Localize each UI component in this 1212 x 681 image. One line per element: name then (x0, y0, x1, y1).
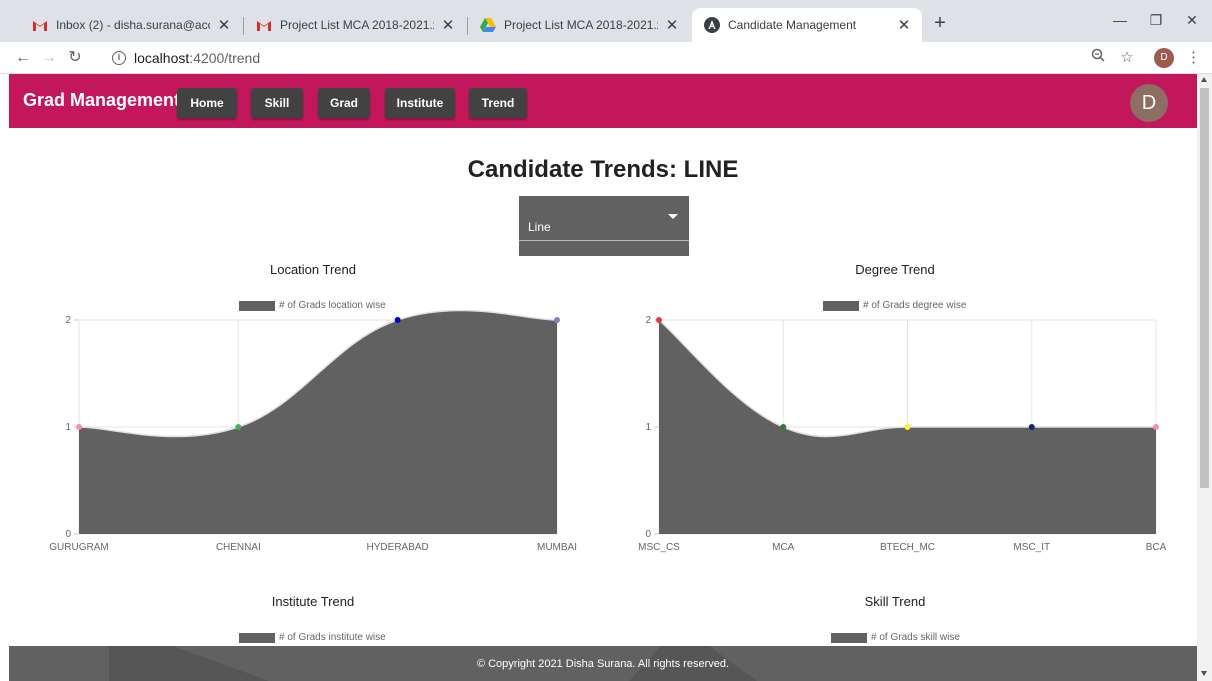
chart-title-institute: Institute Trend (271, 594, 355, 609)
user-avatar[interactable]: D (1130, 84, 1168, 122)
app-root: Grad Management Home Skill Grad Institut… (9, 74, 1197, 681)
close-icon[interactable]: ✕ (664, 16, 680, 34)
scrollbar-thumb[interactable] (1200, 88, 1209, 488)
page-title: Candidate Trends: LINE (467, 156, 739, 183)
location-trend-chart[interactable]: 0 1 2 GURUGRAM CHENNAI HYDERABAD MUMBAI (39, 310, 599, 558)
url-path: :4200/trend (189, 50, 261, 66)
x-tick-label: GURUGRAM (49, 542, 108, 553)
y-tick-label: 2 (645, 315, 651, 326)
x-tick-label: MSC_CS (638, 542, 680, 553)
profile-avatar[interactable]: D (1154, 48, 1174, 68)
browser-tabstrip: Inbox (2) - disha.surana@accolite ✕ Proj… (0, 0, 1212, 42)
x-tick-label: CHENNAI (216, 542, 261, 553)
data-point (780, 424, 787, 430)
x-tick-label: HYDERABAD (367, 542, 429, 553)
y-tick-label: 2 (65, 315, 71, 326)
info-icon[interactable]: i (112, 51, 126, 65)
bookmark-star-icon[interactable]: ☆ (1116, 47, 1138, 69)
nav-grad-button[interactable]: Grad (318, 88, 370, 118)
close-icon[interactable]: ✕ (896, 16, 912, 34)
zoom-icon[interactable] (1088, 47, 1108, 69)
forward-icon[interactable]: → (38, 47, 60, 69)
data-point (1153, 424, 1159, 430)
app-footer: © Copyright 2021 Disha Surana. All right… (9, 646, 1197, 681)
page-scrollbar[interactable] (1197, 74, 1212, 681)
chart-legend-institute[interactable]: # of Grads institute wise (239, 632, 386, 643)
x-tick-label: BCA (1146, 542, 1167, 553)
nav-skill-button[interactable]: Skill (251, 88, 303, 118)
minimize-icon[interactable]: — (1100, 8, 1140, 32)
reload-icon[interactable]: ↻ (64, 47, 86, 69)
x-tick-label: MCA (772, 542, 795, 553)
new-tab-button[interactable]: + (928, 12, 952, 36)
legend-swatch (239, 632, 275, 643)
restore-icon[interactable]: ❐ (1136, 8, 1176, 32)
data-point (76, 424, 82, 430)
tab-title: Candidate Management (728, 18, 857, 32)
gmail-icon (32, 17, 48, 33)
degree-trend-chart[interactable]: 0 1 2 MSC_CS MCA BTECH_MC MSC_IT BCA (619, 310, 1189, 558)
chart-type-select[interactable]: Line (519, 196, 689, 256)
y-tick-label: 1 (645, 422, 651, 433)
address-bar[interactable]: i localhost:4200/trend (112, 46, 412, 70)
data-point (554, 317, 560, 323)
legend-swatch (823, 300, 859, 311)
series-area (79, 310, 557, 534)
legend-swatch (239, 300, 275, 311)
y-tick-label: 1 (65, 422, 71, 433)
select-underline (519, 240, 689, 241)
nav-trend-button[interactable]: Trend (469, 88, 527, 118)
browser-toolbar: ← → ↻ i localhost:4200/trend ☆ D ⋮ (0, 42, 1212, 74)
legend-label: # of Grads institute wise (279, 632, 386, 643)
data-point (235, 424, 242, 430)
url-host: localhost (134, 50, 190, 66)
gmail-icon (256, 17, 272, 33)
data-point (1028, 424, 1035, 430)
x-tick-label: MUMBAI (537, 542, 577, 553)
scroll-up-icon[interactable] (1201, 77, 1207, 82)
data-point (904, 424, 911, 430)
chart-title-skill: Skill Trend (864, 594, 926, 609)
dropdown-arrow-icon (668, 214, 678, 219)
close-icon[interactable]: ✕ (216, 16, 232, 34)
more-menu-icon[interactable]: ⋮ (1186, 47, 1201, 69)
close-icon[interactable]: ✕ (440, 16, 456, 34)
y-tick-label: 0 (645, 529, 651, 540)
legend-label: # of Grads skill wise (871, 632, 960, 643)
google-drive-icon (480, 17, 496, 33)
browser-tab-project-list-drive[interactable]: Project List MCA 2018-2021.xlsx ✕ (468, 8, 690, 42)
window-close-icon[interactable]: ✕ (1172, 8, 1212, 32)
app-toolbar: Grad Management Home Skill Grad Institut… (9, 74, 1197, 128)
data-point (656, 317, 662, 323)
nav-home-button[interactable]: Home (177, 88, 237, 118)
browser-tab-project-list-gmail[interactable]: Project List MCA 2018-2021.xlsx ✕ (244, 8, 466, 42)
copyright-text: © Copyright 2021 Disha Surana. All right… (476, 658, 730, 670)
tab-title: Project List MCA 2018-2021.xlsx (504, 18, 658, 32)
y-tick-label: 0 (65, 529, 71, 540)
angular-icon (704, 17, 720, 33)
chart-legend-skill[interactable]: # of Grads skill wise (831, 632, 960, 643)
tab-title: Project List MCA 2018-2021.xlsx (280, 18, 434, 32)
chart-type-select-value: Line (528, 220, 551, 234)
scroll-down-icon[interactable] (1201, 671, 1207, 676)
chart-title-degree: Degree Trend (855, 262, 935, 277)
back-icon[interactable]: ← (12, 47, 34, 69)
browser-tab-candidate-management[interactable]: Candidate Management ✕ (692, 8, 922, 42)
legend-swatch (831, 632, 867, 643)
x-tick-label: MSC_IT (1013, 542, 1050, 553)
nav-institute-button[interactable]: Institute (385, 88, 455, 118)
chart-title-location: Location Trend (269, 262, 356, 277)
browser-tab-inbox[interactable]: Inbox (2) - disha.surana@accolite ✕ (20, 8, 242, 42)
app-brand: Grad Management (23, 90, 181, 110)
data-point (394, 317, 401, 323)
x-tick-label: BTECH_MC (880, 542, 935, 553)
tab-title: Inbox (2) - disha.surana@accolite (56, 18, 210, 32)
